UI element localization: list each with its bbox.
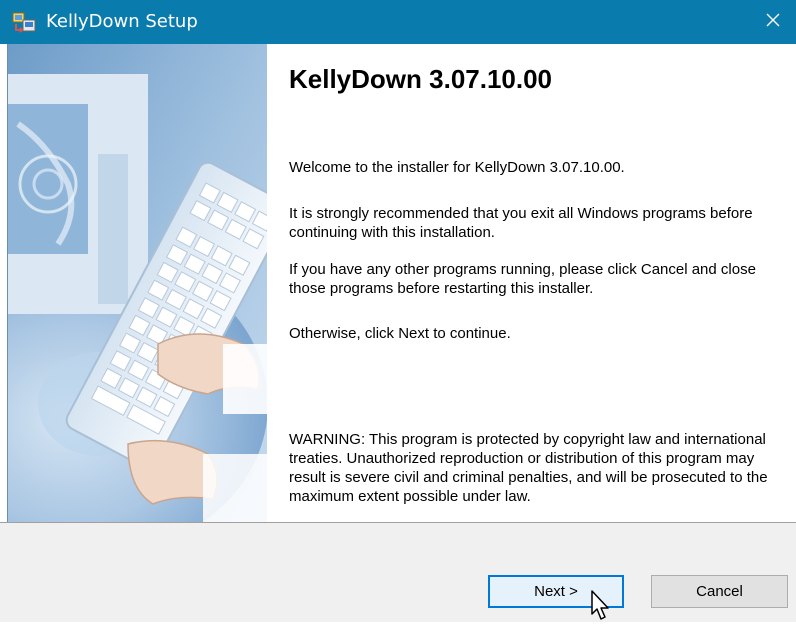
copyright-warning-text: WARNING: This program is protected by co… — [289, 431, 768, 505]
close-icon — [765, 12, 781, 33]
window-title: KellyDown Setup — [46, 11, 198, 32]
cancel-button[interactable]: Cancel — [651, 575, 788, 608]
close-button[interactable] — [750, 0, 796, 44]
computer-keyboard-hands-illustration — [8, 44, 267, 522]
welcome-text: Welcome to the installer for KellyDown 3… — [289, 159, 625, 176]
title-bar[interactable]: KellyDown Setup — [0, 0, 796, 44]
setup-installer-icon — [12, 10, 36, 34]
mouse-pointer-icon — [591, 590, 613, 622]
side-banner-image — [8, 44, 267, 522]
setup-window: KellyDown Setup KellyDown 3.07.10.00 Wel… — [0, 0, 796, 622]
running-programs-text: If you have any other programs running, … — [289, 261, 756, 297]
page-title: KellyDown 3.07.10.00 — [289, 64, 553, 94]
continue-text: Otherwise, click Next to continue. — [289, 325, 511, 342]
welcome-content: KellyDown 3.07.10.00 Welcome to the inst… — [267, 44, 796, 522]
recommend-text: It is strongly recommended that you exit… — [289, 205, 753, 241]
